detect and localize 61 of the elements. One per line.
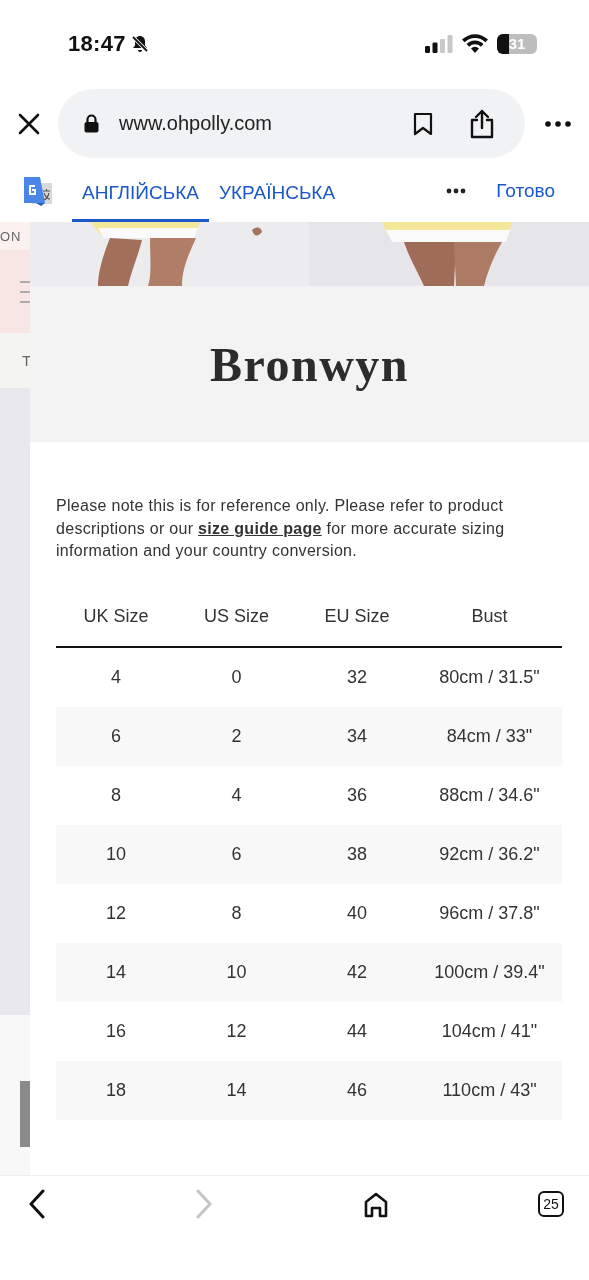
table-cell-text: 2 [230,725,243,747]
page-image-edge [20,1081,30,1147]
column-header: US Size [203,606,270,627]
column-header: EU Size [323,606,391,627]
table-cell-text: 16 [105,1020,127,1042]
table-cell-text: 0 [230,666,243,688]
table-cell-text: 14 [105,961,127,983]
table-cell-text: 84cm / 33" [445,725,534,747]
table-cell-text: 96cm / 37.8" [438,902,541,924]
table-cell-text: 10 [105,843,127,865]
language-tab[interactable]: УКРАЇНСЬКА [208,164,346,222]
column-header: Bust [470,606,509,627]
column-header: UK Size [82,606,150,627]
table-cell-text: 18 [105,1079,127,1101]
wifi-icon [462,34,488,53]
table-cell-text: 32 [346,666,368,688]
table-cell-text: 8 [230,902,243,924]
status-time: 18:47 [68,30,126,57]
table-cell-text: 6 [110,725,122,747]
table-cell-text: 10 [225,961,248,983]
muted-bell-icon [129,33,150,54]
menu-icon [20,279,30,304]
table-cell-text: 36 [346,784,368,806]
table-cell-text: 12 [225,1020,248,1042]
lock-icon [84,114,99,133]
signal-icon [425,34,453,53]
home-icon[interactable] [362,1190,389,1218]
table-cell-text: 12 [105,902,127,924]
bookmark-icon[interactable] [413,111,433,136]
tab-count-button[interactable]: 25 [538,1191,564,1217]
size-guide-link[interactable]: size guide page [198,519,322,537]
url-text: www.ohpolly.com [119,112,274,135]
reference-note: Please note this is for reference only. Please refer to product descriptions or our size guide page for more accurate sizing information and your country conversion. [56,496,506,561]
table-cell-text: 104cm / 41" [440,1020,539,1042]
table-cell-text: 42 [346,961,368,983]
battery-icon: 31 [497,33,537,54]
translate-icon [22,175,54,207]
table-cell-text: 4 [230,784,243,806]
back-icon[interactable] [28,1189,46,1219]
more-icon[interactable] [545,120,571,127]
table-cell-text: 34 [346,725,368,747]
table-cell-text: 4 [110,666,122,688]
table-cell-text: 88cm / 34.6" [438,784,541,806]
table-cell-text: 110cm / 43" [441,1079,538,1101]
more-icon[interactable] [446,188,467,194]
table-cell-text: 100cm / 39.4" [433,961,546,983]
table-cell-text: 14 [225,1079,248,1101]
table-cell-text: 92cm / 36.2" [438,843,541,865]
address-bar[interactable]: www.ohpolly.com [58,89,525,158]
table-cell-text: 40 [346,902,368,924]
done-button[interactable]: Готово [496,176,555,206]
table-cell-text: 46 [346,1079,368,1101]
table-cell-text: 38 [346,843,368,865]
table-cell-text: 6 [230,843,243,865]
share-icon[interactable] [469,108,495,139]
page-fragment-text: ON [0,228,22,244]
close-icon[interactable] [18,112,40,135]
table-cell-text: 8 [110,784,122,806]
table-cell-text: 44 [346,1020,368,1042]
product-title: Bronwyn [210,336,409,392]
table-cell-text: 80cm / 31.5" [438,666,541,688]
